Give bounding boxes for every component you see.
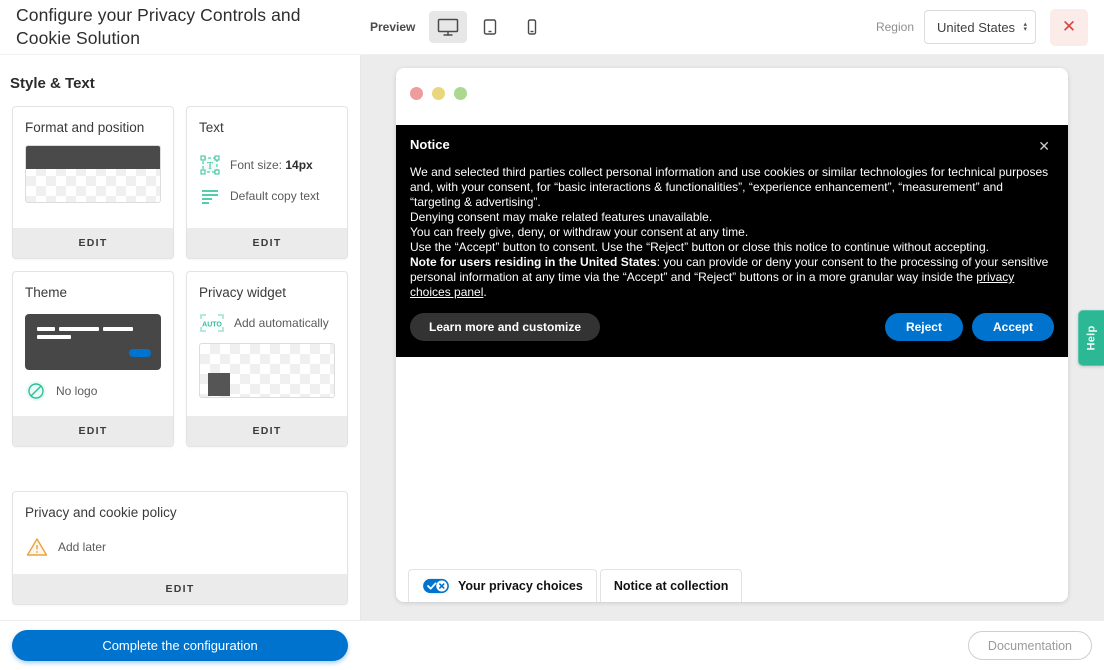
format-position-edit-button[interactable]: EDIT	[13, 228, 173, 258]
privacy-policy-edit-button[interactable]: EDIT	[13, 574, 347, 604]
svg-text:AUTO: AUTO	[202, 322, 222, 329]
region-group: Region United States ▴▾	[876, 10, 1036, 44]
style-sidebar: Style & Text Format and position EDIT Te…	[0, 55, 361, 620]
privacy-choices-toggle-icon	[422, 578, 450, 594]
help-tab[interactable]: Help	[1078, 310, 1104, 366]
close-icon: ✕	[1062, 17, 1076, 37]
preview-mobile-button[interactable]	[513, 11, 551, 43]
theme-title: Theme	[13, 272, 173, 306]
text-edit-button[interactable]: EDIT	[187, 228, 347, 258]
region-label: Region	[876, 20, 914, 34]
notice-title: Notice	[410, 137, 450, 152]
theme-card: Theme No	[12, 271, 174, 447]
region-select[interactable]: United States ▴▾	[924, 10, 1036, 44]
format-position-card: Format and position EDIT	[12, 106, 174, 259]
notice-paragraph-1: We and selected third parties collect pe…	[410, 165, 1048, 209]
preview-area: Notice ✕ We and selected third parties c…	[361, 55, 1104, 620]
complete-configuration-button[interactable]: Complete the configuration	[12, 630, 348, 661]
notice-paragraph-2: Denying consent may make related feature…	[410, 210, 712, 224]
accept-button[interactable]: Accept	[972, 313, 1054, 341]
font-size-value: 14px	[285, 158, 312, 172]
notice-paragraph-4: Use the “Accept” button to consent. Use …	[410, 240, 989, 254]
cookie-notice-banner: Notice ✕ We and selected third parties c…	[396, 125, 1068, 357]
font-size-row: Font size: 14px	[230, 158, 313, 172]
notice-at-collection-tab[interactable]: Notice at collection	[600, 569, 743, 602]
notice-note-bold: Note for users residing in the United St…	[410, 255, 657, 269]
help-tab-label: Help	[1086, 325, 1098, 350]
top-header: Configure your Privacy Controls and Cook…	[0, 0, 1104, 55]
text-card: Text T Font size:	[186, 106, 348, 259]
add-later-label: Add later	[58, 540, 106, 554]
preview-device-switcher: Preview	[370, 11, 551, 43]
notice-note-end: .	[483, 285, 486, 299]
privacy-widget-card: Privacy widget AUTO Add automatically	[186, 271, 348, 447]
browser-mockup: Notice ✕ We and selected third parties c…	[396, 68, 1068, 602]
theme-thumb-button	[129, 349, 151, 357]
learn-more-button[interactable]: Learn more and customize	[410, 313, 600, 341]
add-automatically-label: Add automatically	[234, 316, 329, 330]
auto-icon: AUTO	[199, 312, 225, 334]
your-privacy-choices-tab[interactable]: Your privacy choices	[408, 569, 597, 602]
preview-tablet-button[interactable]	[471, 11, 509, 43]
section-title: Style & Text	[10, 75, 350, 92]
notice-at-collection-label: Notice at collection	[614, 579, 729, 593]
svg-text:T: T	[207, 161, 213, 172]
browser-traffic-lights	[410, 87, 467, 100]
traffic-yellow-icon	[432, 87, 445, 100]
preview-label: Preview	[370, 20, 415, 34]
preview-desktop-button[interactable]	[429, 11, 467, 43]
preview-bottom-tabs: Your privacy choices Notice at collectio…	[408, 569, 745, 602]
notice-paragraph-3: You can freely give, deny, or withdraw y…	[410, 225, 748, 239]
theme-edit-button[interactable]: EDIT	[13, 416, 173, 446]
region-select-value: United States	[937, 20, 1023, 35]
traffic-green-icon	[454, 87, 467, 100]
theme-thumbnail	[25, 314, 161, 370]
copy-text-label: Default copy text	[230, 189, 319, 203]
your-privacy-choices-label: Your privacy choices	[458, 579, 583, 593]
close-configurator-button[interactable]: ✕	[1050, 9, 1088, 46]
privacy-policy-card: Privacy and cookie policy Add later EDIT	[12, 491, 348, 605]
notice-close-icon: ✕	[1038, 138, 1050, 154]
traffic-red-icon	[410, 87, 423, 100]
privacy-widget-thumbnail	[199, 343, 335, 398]
select-arrows-icon: ▴▾	[1023, 22, 1027, 32]
privacy-widget-edit-button[interactable]: EDIT	[187, 416, 347, 446]
text-card-title: Text	[187, 107, 347, 141]
footer-bar: Complete the configuration Documentation	[0, 620, 1104, 670]
privacy-policy-title: Privacy and cookie policy	[13, 492, 347, 526]
documentation-button[interactable]: Documentation	[968, 631, 1092, 660]
notice-body: We and selected third parties collect pe…	[410, 165, 1054, 300]
font-size-icon: T	[199, 154, 221, 176]
no-logo-label: No logo	[56, 384, 97, 398]
tablet-icon	[482, 17, 498, 37]
warning-icon	[25, 536, 49, 558]
copy-text-icon	[199, 185, 221, 207]
format-position-title: Format and position	[13, 107, 173, 141]
no-logo-icon	[25, 380, 47, 402]
page-title: Configure your Privacy Controls and Cook…	[16, 4, 356, 50]
mobile-icon	[526, 17, 538, 37]
desktop-icon	[436, 17, 460, 37]
notice-close-button[interactable]: ✕	[1034, 137, 1054, 155]
format-position-thumbnail	[25, 145, 161, 203]
reject-button[interactable]: Reject	[885, 313, 963, 341]
privacy-widget-title: Privacy widget	[187, 272, 347, 306]
